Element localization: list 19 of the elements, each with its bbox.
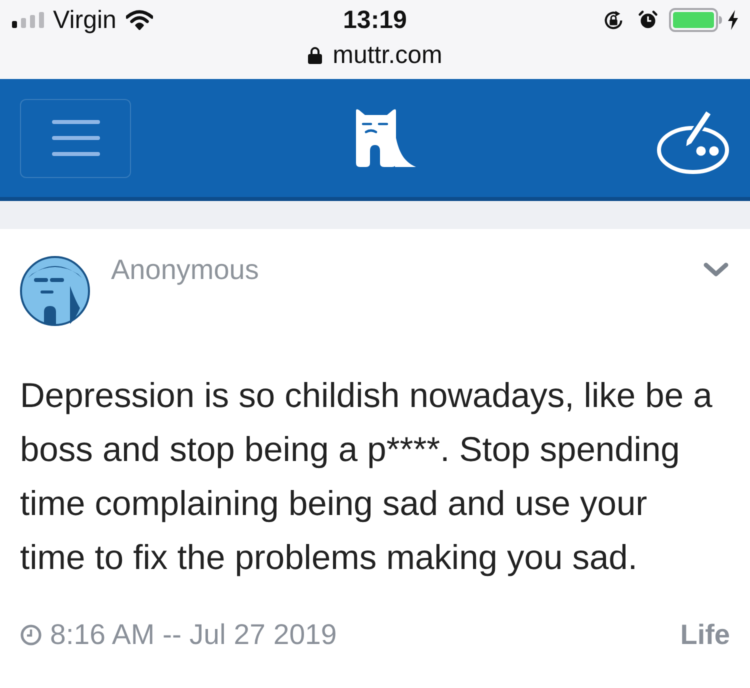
battery-icon	[669, 8, 723, 32]
cat-logo-icon[interactable]	[354, 107, 418, 167]
wifi-icon	[126, 10, 154, 30]
menu-button[interactable]	[20, 98, 131, 178]
menu-icon	[52, 120, 100, 156]
chevron-down-icon[interactable]	[703, 262, 729, 278]
carrier-name: Virgin	[53, 6, 116, 34]
alarm-icon	[638, 10, 658, 30]
url-text[interactable]: muttr.com	[332, 40, 442, 70]
clock-time: 13:19	[343, 6, 407, 34]
avatar-icon	[20, 256, 90, 326]
post-timestamp: 8:16 AM -- Jul 27 2019	[50, 618, 337, 652]
rotation-lock-icon	[602, 8, 625, 32]
charging-bolt-icon	[728, 10, 738, 30]
lock-icon	[308, 46, 322, 64]
author-name: Anonymous	[111, 254, 259, 286]
clock-icon	[20, 624, 42, 646]
post-text: Depression is so childish nowadays, like be a boss and stop being a p****. Stop spending time complaining being sad and use your time to fix the problems making you sad.	[20, 376, 714, 579]
signal-icon	[12, 12, 44, 28]
